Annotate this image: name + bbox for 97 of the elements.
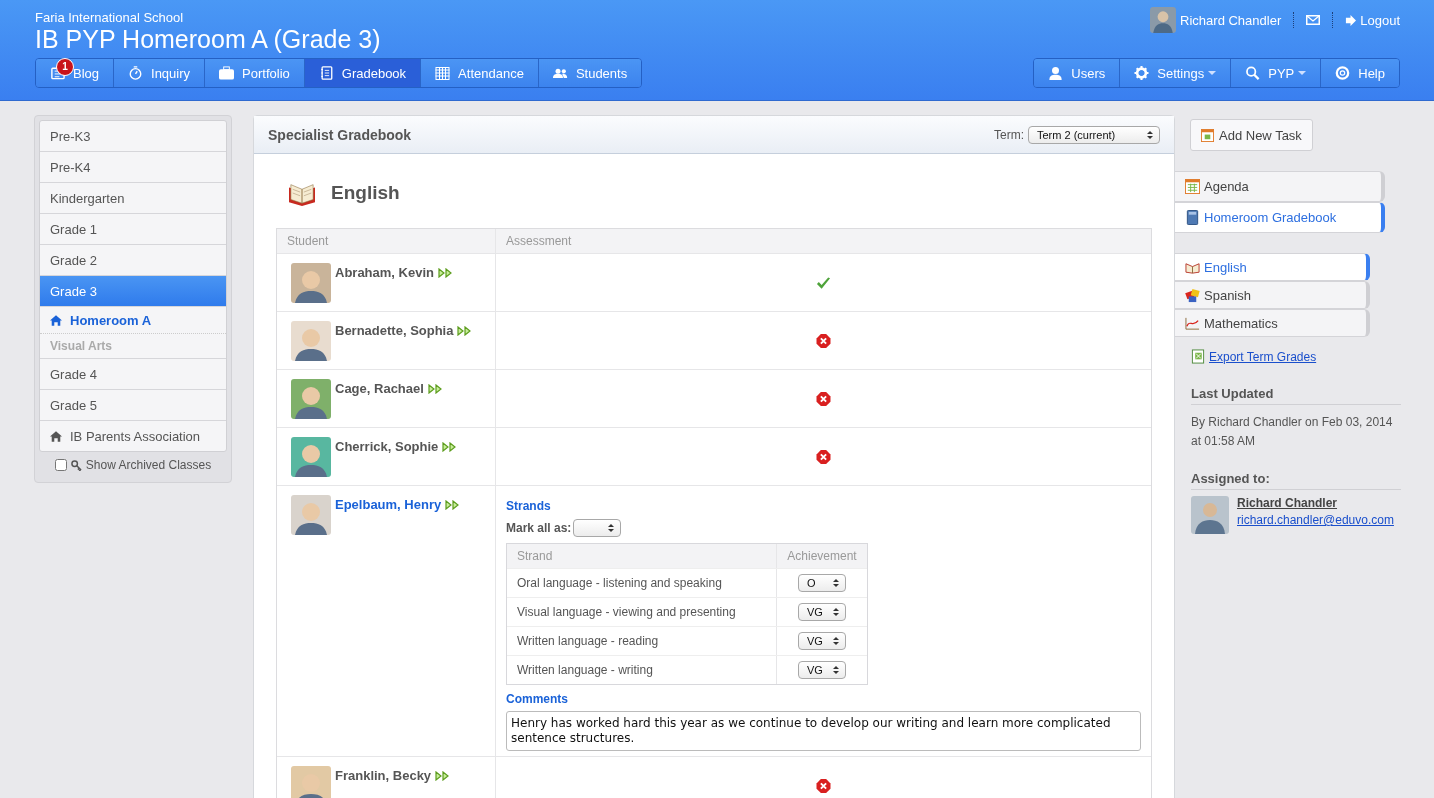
book-icon — [1185, 210, 1200, 225]
expand-icon[interactable] — [457, 326, 472, 336]
spreadsheet-icon — [1191, 349, 1205, 364]
term-select[interactable]: Term 2 (current) — [1028, 125, 1160, 144]
nav-tab[interactable]: 1 Blog — [36, 59, 114, 87]
last-updated-text: By Richard Chandler on Feb 03, 2014 at 01:58 AM — [1191, 414, 1394, 450]
section-heading: Last Updated — [1191, 386, 1401, 405]
mark-all-select[interactable] — [573, 519, 622, 537]
checkbox-label[interactable]: Show Archived Classes — [85, 458, 212, 472]
strand-name: Written language - writing — [516, 663, 654, 677]
column-header: Strand — [516, 549, 554, 563]
mail-icon[interactable] — [1306, 15, 1321, 25]
checkbox[interactable] — [54, 459, 67, 471]
class-item[interactable]: Grade 1 — [40, 213, 226, 244]
section-heading: Strands — [506, 498, 552, 515]
close-icon — [816, 333, 831, 348]
assignee-link[interactable]: Richard Chandler — [1237, 496, 1394, 510]
caret-icon — [1298, 71, 1307, 75]
page-title: IB PYP Homeroom A (Grade 3) — [35, 25, 381, 53]
key-icon — [70, 459, 82, 471]
close-icon — [816, 449, 831, 464]
close-icon — [816, 778, 831, 793]
expand-icon[interactable] — [445, 500, 460, 510]
avatar — [291, 321, 331, 361]
expand-icon[interactable] — [438, 268, 452, 278]
side-tab[interactable]: Agenda — [1175, 171, 1385, 202]
column-header: Achievement — [776, 544, 867, 568]
strand-name: Written language - reading — [516, 634, 660, 648]
column-header: Assessment — [505, 233, 573, 250]
class-item[interactable]: Grade 4 — [40, 358, 226, 389]
avatar — [1150, 7, 1177, 33]
strand-name: Visual language - viewing and presenting — [516, 605, 737, 619]
section-heading: Comments — [506, 691, 569, 708]
comment-field[interactable]: Henry has worked hard this year as we continue to develop our writing and learn more complicated sentence structures. — [506, 711, 1141, 751]
briefcase-icon — [219, 66, 235, 80]
nav-tab[interactable]: Gradebook — [303, 59, 421, 87]
calendar-icon — [1201, 128, 1214, 142]
logout-icon[interactable] — [1345, 14, 1357, 26]
user-icon — [1048, 66, 1064, 80]
flags-icon — [1185, 287, 1200, 303]
class-item[interactable]: Pre-K3 — [40, 121, 226, 151]
class-item[interactable]: Grade 3 — [40, 275, 226, 306]
expand-icon[interactable] — [442, 442, 457, 452]
achievement-select[interactable]: VG — [798, 661, 846, 679]
achievement-select[interactable]: VG — [798, 632, 846, 650]
achievement-select[interactable]: VG — [798, 603, 846, 621]
panel-title: Specialist Gradebook — [268, 126, 412, 143]
column-header: Student — [277, 229, 496, 253]
graph-icon — [1185, 315, 1200, 331]
count-badge: 1 — [56, 58, 74, 76]
student-link[interactable]: Cage, Rachael — [335, 381, 424, 396]
calendar-icon — [1185, 179, 1200, 194]
settings-icon — [1134, 66, 1150, 80]
strand-name: Oral language - listening and speaking — [516, 576, 723, 590]
term-label: Term: — [994, 127, 1024, 142]
student-link[interactable]: Bernadette, Sophia — [335, 323, 454, 338]
add-task-button[interactable]: Add New Task — [1190, 119, 1313, 151]
side-tab[interactable]: Homeroom Gradebook — [1175, 202, 1385, 233]
class-item[interactable]: Pre-K4 — [40, 151, 226, 182]
close-icon — [816, 391, 831, 406]
section-heading: Assigned to: — [1191, 471, 1401, 490]
subject-tab[interactable]: Spanish — [1175, 281, 1370, 309]
calendar-icon — [435, 66, 451, 80]
newspaper-icon — [50, 66, 65, 80]
check-icon — [816, 275, 831, 290]
mark-all-label: Mark all as: — [506, 521, 572, 535]
notebook-icon — [318, 66, 334, 80]
caret-icon — [1208, 71, 1217, 75]
expand-icon[interactable] — [427, 384, 442, 394]
avatar — [291, 766, 331, 798]
student-link[interactable]: Epelbaum, Henry — [335, 497, 442, 512]
student-link[interactable]: Franklin, Becky — [335, 768, 432, 783]
avatar — [1191, 496, 1229, 534]
stopwatch-icon — [128, 66, 144, 80]
avatar — [291, 379, 331, 419]
subject-tab[interactable]: Mathematics — [1175, 309, 1370, 337]
class-item[interactable]: IB Parents Association — [40, 420, 226, 451]
people-icon — [552, 66, 568, 80]
subject-heading: English — [331, 182, 400, 204]
lifebuoy-icon — [1335, 66, 1351, 80]
avatar — [291, 437, 331, 477]
home-icon — [50, 430, 62, 442]
student-link[interactable]: Abraham, Kevin — [335, 265, 434, 280]
home-icon — [50, 314, 62, 326]
subject-tab[interactable]: English — [1175, 253, 1370, 281]
student-link[interactable]: Cherrick, Sophie — [335, 439, 439, 454]
school-name: Faria International School — [35, 10, 185, 25]
class-item[interactable]: Homeroom A — [40, 306, 226, 334]
achievement-select[interactable]: O — [798, 574, 846, 592]
email-link[interactable]: richard.chandler@eduvo.com — [1237, 513, 1394, 527]
avatar — [291, 495, 331, 535]
class-item[interactable]: Grade 5 — [40, 389, 226, 420]
expand-icon[interactable] — [435, 771, 450, 781]
export-link[interactable]: Export Term Grades — [1209, 349, 1317, 364]
search-icon — [1245, 66, 1261, 80]
class-item[interactable]: Kindergarten — [40, 182, 226, 213]
avatar — [291, 263, 331, 303]
